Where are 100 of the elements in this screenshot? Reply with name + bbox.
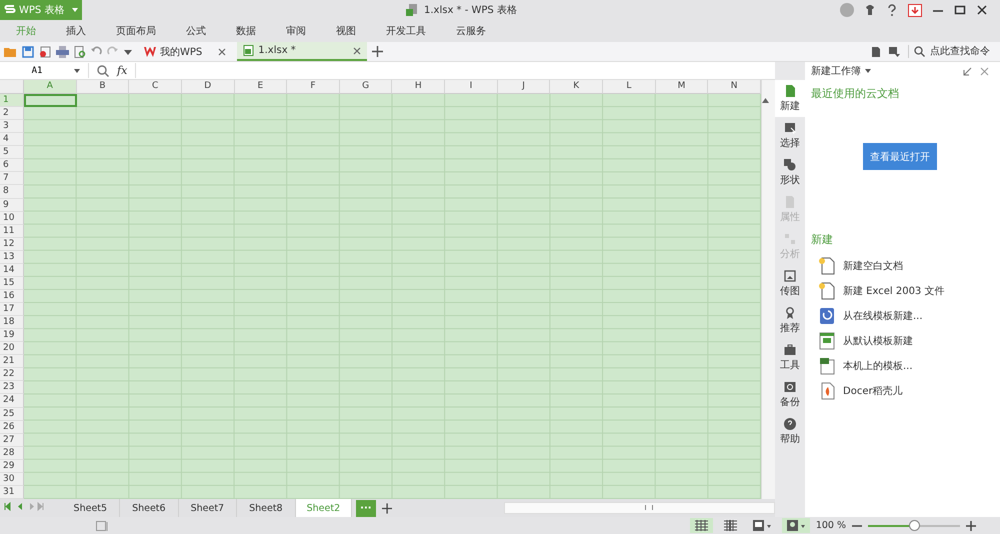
cell-grid[interactable] [24, 94, 761, 499]
column-header[interactable]: B [76, 80, 130, 94]
row-header[interactable]: 4 [0, 133, 24, 146]
column-header[interactable]: D [182, 80, 235, 94]
list-dropdown-icon[interactable] [889, 46, 900, 56]
scroll-up-icon[interactable] [762, 98, 769, 103]
side-panel-tab[interactable]: 选择 [775, 117, 805, 154]
row-header[interactable]: 3 [0, 120, 24, 134]
skin-icon[interactable] [864, 4, 876, 16]
export-icon[interactable] [39, 46, 51, 58]
column-header[interactable]: C [129, 80, 182, 94]
new-document-link[interactable]: 新建空白文档 [811, 253, 903, 278]
active-cell[interactable] [24, 94, 77, 108]
row-header[interactable]: 8 [0, 185, 24, 199]
column-header[interactable]: N [708, 80, 761, 94]
command-search-field[interactable]: 点此查找命令 [908, 45, 996, 58]
row-header[interactable]: 13 [0, 250, 24, 264]
row-header[interactable]: 7 [0, 172, 24, 186]
row-header[interactable]: 14 [0, 264, 24, 277]
column-header[interactable]: K [550, 80, 604, 94]
row-header[interactable]: 17 [0, 303, 24, 316]
row-header[interactable]: 29 [0, 460, 24, 473]
add-sheet-icon[interactable] [382, 502, 392, 514]
side-panel-tab[interactable]: 帮助 [775, 413, 805, 450]
side-panel-tab[interactable]: 传图 [775, 265, 805, 302]
row-header[interactable]: 28 [0, 446, 24, 460]
ribbon-tab[interactable]: 插入 [56, 24, 96, 38]
document-tab[interactable]: 我的WPS [138, 42, 232, 61]
row-header[interactable]: 15 [0, 276, 24, 290]
ribbon-tab[interactable]: 云服务 [446, 24, 496, 38]
normal-view-button[interactable] [690, 518, 713, 533]
row-header[interactable]: 23 [0, 381, 24, 394]
horizontal-scrollbar[interactable] [504, 502, 775, 514]
row-header[interactable]: 10 [0, 212, 24, 225]
row-header[interactable]: 11 [0, 224, 24, 238]
row-header[interactable]: 12 [0, 238, 24, 251]
column-header[interactable]: M [656, 80, 708, 94]
ribbon-tab[interactable]: 数据 [226, 24, 266, 38]
vertical-scrollbar[interactable] [761, 80, 775, 499]
row-header[interactable]: 1 [0, 94, 24, 108]
ribbon-tab[interactable]: 视图 [326, 24, 366, 38]
caret-icon[interactable] [74, 68, 80, 72]
row-header[interactable]: 9 [0, 198, 24, 212]
ribbon-tab[interactable]: 开发工具 [376, 24, 436, 38]
new-document-link[interactable]: 新建 Excel 2003 文件 [811, 278, 944, 303]
row-header[interactable]: 16 [0, 290, 24, 304]
sheet-tab[interactable]: Sheet2 [296, 499, 352, 517]
document-icon[interactable] [871, 46, 881, 56]
document-tab[interactable]: 1.xlsx * [237, 42, 368, 61]
column-header[interactable]: G [340, 80, 392, 94]
row-header[interactable]: 5 [0, 146, 24, 160]
ribbon-tab[interactable]: 审阅 [276, 24, 316, 38]
row-header[interactable]: 22 [0, 368, 24, 382]
close-icon[interactable] [353, 46, 362, 54]
column-header[interactable]: J [498, 80, 550, 94]
column-header[interactable]: F [287, 80, 340, 94]
row-header[interactable]: 18 [0, 316, 24, 330]
add-tab-icon[interactable] [372, 46, 384, 57]
new-document-link[interactable]: 从默认模板新建 [811, 328, 913, 353]
side-panel-tab[interactable]: 新建 [775, 80, 805, 117]
row-header[interactable]: 31 [0, 486, 24, 499]
print-preview-icon[interactable] [74, 46, 86, 58]
row-header[interactable]: 21 [0, 355, 24, 368]
help-icon[interactable] [886, 4, 898, 16]
row-header[interactable]: 6 [0, 159, 24, 172]
print-icon[interactable] [56, 46, 69, 58]
column-header[interactable]: L [603, 80, 656, 94]
save-icon[interactable] [22, 46, 34, 58]
close-icon[interactable] [976, 4, 988, 16]
column-header[interactable]: H [392, 80, 446, 94]
maximize-icon[interactable] [954, 4, 966, 16]
row-header[interactable]: 24 [0, 394, 24, 408]
side-panel-tab[interactable]: 工具 [775, 339, 805, 376]
row-header[interactable]: 19 [0, 329, 24, 342]
panel-collapse-handle[interactable] [995, 62, 1000, 517]
undo-icon[interactable] [91, 46, 102, 57]
ribbon-tab[interactable]: 页面布局 [106, 24, 166, 38]
new-document-link[interactable]: Docer稻壳儿 [811, 378, 903, 403]
name-box[interactable]: A1 [0, 64, 74, 76]
new-document-link[interactable]: 从在线模板新建... [811, 303, 923, 328]
ribbon-tab[interactable]: 公式 [176, 24, 216, 38]
row-header[interactable]: 20 [0, 342, 24, 356]
insert-function-button[interactable]: fx [117, 64, 128, 77]
row-header[interactable]: 26 [0, 420, 24, 434]
close-icon[interactable] [218, 48, 226, 56]
row-header[interactable]: 27 [0, 434, 24, 447]
download-icon[interactable] [908, 4, 922, 16]
column-header[interactable]: I [445, 80, 498, 94]
sheet-navigation-icon[interactable] [4, 502, 44, 511]
row-header[interactable]: 25 [0, 408, 24, 421]
zoom-in-icon[interactable] [966, 520, 976, 530]
side-panel-tab[interactable]: 备份 [775, 376, 805, 413]
panel-title-dropdown[interactable]: 新建工作簿 [811, 64, 871, 78]
column-header[interactable]: E [234, 80, 288, 94]
new-document-link[interactable]: 本机上的模板... [811, 353, 913, 378]
cell-mode-icon[interactable] [96, 520, 108, 531]
collapse-icon[interactable] [963, 66, 972, 76]
view-recent-button[interactable]: 查看最近打开 [863, 143, 937, 170]
row-header[interactable]: 2 [0, 107, 24, 120]
reading-mode-button[interactable] [782, 518, 810, 533]
